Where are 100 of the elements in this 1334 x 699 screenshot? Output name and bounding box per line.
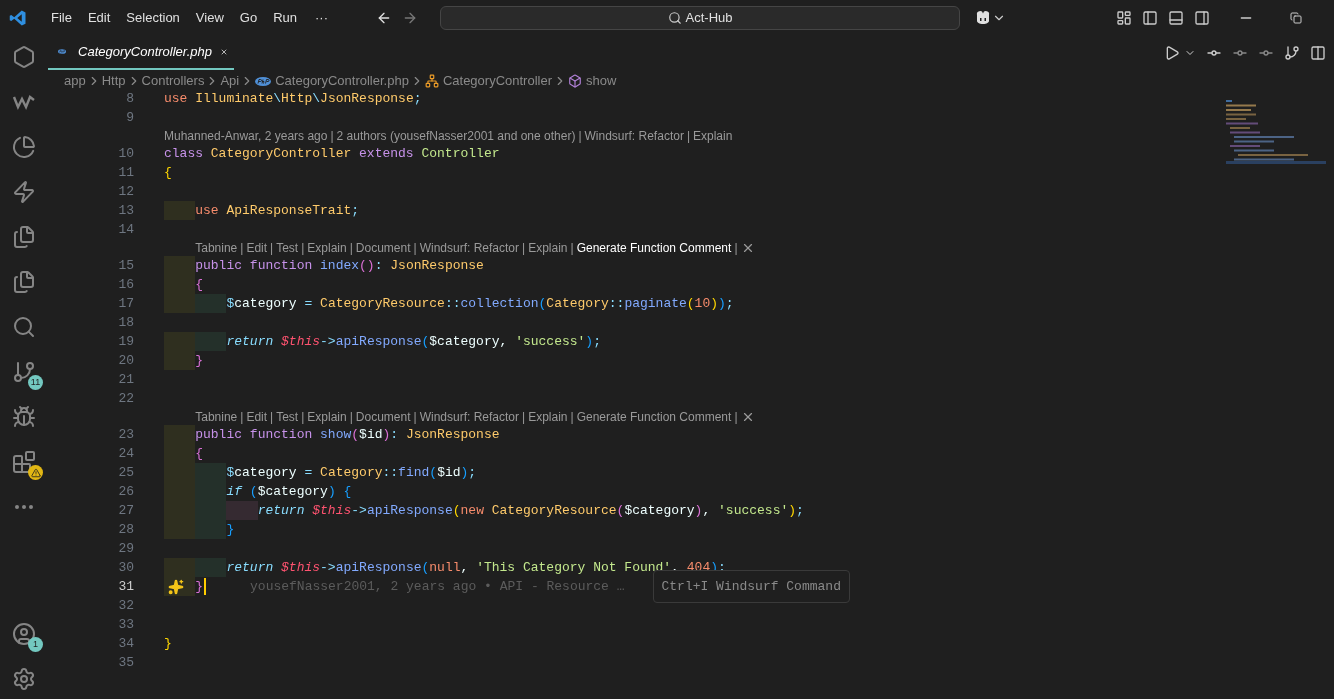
code-line: class CategoryController extends Controller bbox=[164, 144, 500, 163]
menu-item[interactable]: Run bbox=[265, 7, 305, 28]
line-number: 23 bbox=[117, 425, 134, 444]
code-lens-link[interactable]: Windsurf: Refactor bbox=[584, 126, 684, 145]
line-number: 29 bbox=[117, 539, 134, 558]
code-line: { bbox=[164, 163, 172, 182]
line-number: 17 bbox=[117, 294, 134, 313]
panel-bottom-icon[interactable] bbox=[1168, 9, 1184, 26]
php-file-icon bbox=[58, 47, 67, 56]
breadcrumb-item[interactable]: CategoryController bbox=[442, 71, 552, 91]
line-number: 21 bbox=[117, 370, 134, 389]
code-lens-link[interactable]: 2 authors (yousefNasser2001 and one other) bbox=[336, 126, 576, 145]
code-lens-link[interactable]: Test bbox=[276, 238, 299, 257]
code-lens-link[interactable]: Generate Function Comment bbox=[576, 238, 732, 257]
menu-item[interactable]: Go bbox=[231, 7, 266, 28]
breadcrumb-item[interactable]: app bbox=[64, 71, 86, 91]
code-lens-link[interactable]: Explain bbox=[307, 238, 347, 257]
separator: | bbox=[413, 408, 417, 426]
menu-item[interactable]: File bbox=[43, 7, 80, 28]
menu-item[interactable]: View bbox=[187, 7, 232, 28]
line-number: 19 bbox=[117, 332, 134, 351]
code-line: return $this->apiResponse($category, 'success'); bbox=[164, 331, 601, 352]
separator: | bbox=[301, 239, 305, 257]
files-icon[interactable] bbox=[12, 270, 36, 294]
code-lens-link[interactable]: Edit bbox=[246, 407, 268, 426]
menu-item[interactable]: Selection bbox=[118, 7, 188, 28]
line-number: 9 bbox=[125, 108, 134, 127]
line-number: 12 bbox=[117, 182, 134, 201]
code-lens-link[interactable]: Tabnine bbox=[195, 407, 238, 426]
line-number: 15 bbox=[117, 256, 134, 275]
extensions-icon[interactable] bbox=[12, 450, 36, 474]
code-lens-link[interactable]: Windsurf: Refactor bbox=[419, 407, 519, 426]
git-graph-icon[interactable] bbox=[1284, 44, 1300, 61]
notification-badge: 1 bbox=[28, 637, 43, 652]
separator: | bbox=[413, 239, 417, 257]
panel-left-icon[interactable] bbox=[1142, 9, 1158, 26]
code-line: $category = Category::find($id); bbox=[164, 462, 477, 483]
separator: | bbox=[349, 239, 353, 257]
more-menu[interactable]: ··· bbox=[305, 7, 338, 28]
code-lens-link[interactable]: Generate Function Comment bbox=[576, 407, 732, 426]
breadcrumb-item[interactable]: Api bbox=[220, 71, 240, 91]
split-editor-icon[interactable] bbox=[1310, 44, 1326, 61]
breadcrumb-item[interactable]: Controllers bbox=[141, 71, 205, 91]
code-lens-link[interactable]: Muhanned-Anwar, 2 years ago bbox=[164, 126, 328, 145]
search-field[interactable]: Act-Hub bbox=[440, 5, 960, 30]
separator: | bbox=[270, 408, 274, 426]
class-icon bbox=[424, 74, 439, 88]
line-number: 26 bbox=[117, 482, 134, 501]
search-icon[interactable] bbox=[12, 315, 36, 339]
separator: | bbox=[522, 408, 526, 426]
code-lens-link[interactable]: Edit bbox=[246, 238, 268, 257]
run-debug-icon[interactable] bbox=[12, 405, 36, 429]
files-icon[interactable] bbox=[12, 225, 36, 249]
line-number: 33 bbox=[117, 615, 134, 634]
code-lens-link[interactable]: Explain bbox=[528, 238, 568, 257]
breadcrumb-item[interactable]: Http bbox=[101, 71, 126, 91]
panel-right-icon[interactable] bbox=[1194, 9, 1210, 26]
search-label: Act-Hub bbox=[685, 8, 733, 27]
line-number: 30 bbox=[117, 558, 134, 577]
tab-label: CategoryController.php bbox=[78, 42, 212, 61]
account-icon[interactable] bbox=[12, 622, 36, 646]
line-number: 32 bbox=[117, 596, 134, 615]
pie-chart-icon[interactable] bbox=[12, 135, 36, 159]
breadcrumb-item[interactable]: show bbox=[586, 71, 617, 91]
code-lens-link[interactable]: Tabnine bbox=[195, 238, 238, 257]
code-lens-link[interactable]: Explain bbox=[693, 126, 733, 145]
lightning-icon[interactable] bbox=[12, 180, 36, 204]
code-lens-link[interactable]: Test bbox=[276, 407, 299, 426]
php-file-icon bbox=[255, 76, 272, 86]
hexagon-icon[interactable] bbox=[12, 45, 36, 69]
separator: | bbox=[570, 408, 574, 426]
code-lens-link[interactable]: Document bbox=[355, 238, 411, 257]
separator: | bbox=[270, 239, 274, 257]
code-line: public function index(): JsonResponse bbox=[164, 255, 484, 276]
separator: | bbox=[240, 239, 244, 257]
layout-icon[interactable] bbox=[1116, 9, 1132, 26]
line-number: 16 bbox=[117, 275, 134, 294]
separator: | bbox=[522, 239, 526, 257]
robot-icon[interactable] bbox=[974, 8, 992, 27]
line-number: 20 bbox=[117, 351, 134, 370]
line-number: 22 bbox=[117, 389, 134, 408]
restore-icon[interactable] bbox=[1290, 11, 1302, 24]
separator: | bbox=[686, 127, 690, 145]
code-line: $category = CategoryResource::collection(Category::paginate(10)); bbox=[164, 293, 734, 314]
code-lens-link[interactable]: Explain bbox=[528, 407, 568, 426]
breadcrumb-item[interactable]: CategoryController.php bbox=[275, 71, 409, 91]
code-line: if ($category) { bbox=[164, 481, 352, 502]
code-lens-link[interactable]: Document bbox=[355, 407, 411, 426]
cube-icon bbox=[568, 74, 582, 88]
sparkle-icon[interactable] bbox=[168, 578, 184, 595]
settings-icon[interactable] bbox=[12, 667, 36, 691]
editor-tab[interactable]: CategoryController.php bbox=[48, 35, 234, 70]
code-lens-link[interactable]: Windsurf: Refactor bbox=[419, 238, 519, 257]
app-logo-icon bbox=[9, 8, 27, 27]
line-number: 31 bbox=[117, 577, 134, 596]
line-number: 14 bbox=[117, 220, 134, 239]
menu-item[interactable]: Edit bbox=[79, 7, 119, 28]
code-lens-link[interactable]: Explain bbox=[307, 407, 347, 426]
run-icon[interactable] bbox=[1164, 44, 1180, 61]
blame-annotation: yousefNasser2001, 2 years ago • API - Resource … bbox=[250, 577, 625, 596]
